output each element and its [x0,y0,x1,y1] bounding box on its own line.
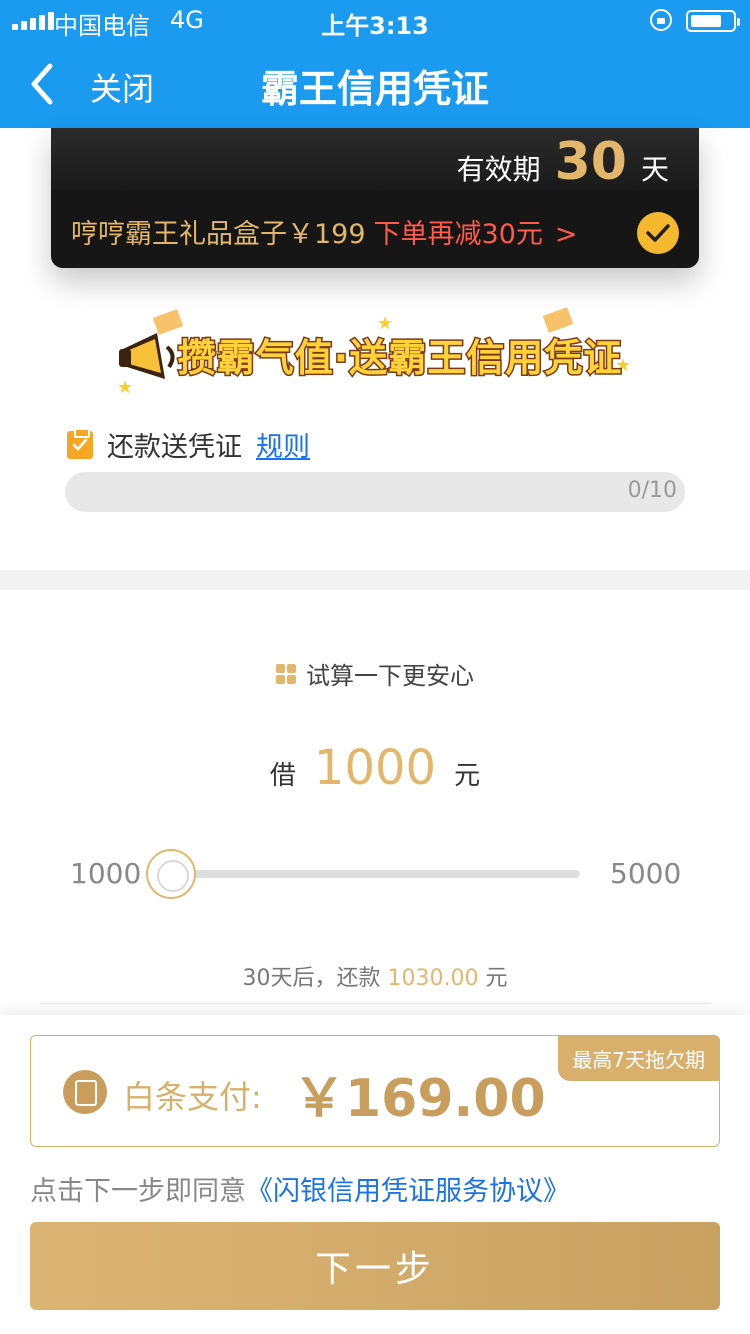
calculator-title: 试算一下更安心 [306,662,474,690]
promo-item: 哼哼霸王礼品盒子￥199 [71,219,366,250]
promo-text: 哼哼霸王礼品盒子￥199 下单再减30元 > [71,212,578,251]
agreement-text: 点击下一步即同意《闪银信用凭证服务协议》 [30,1169,570,1208]
chevron-right-icon: > [554,219,578,250]
validity-unit: 天 [640,153,669,186]
borrow-amount: 1000 [313,740,437,796]
rules-link[interactable]: 规则 [256,425,310,464]
clipboard-check-icon [67,427,93,459]
repay-prefix: 30天后，还款 [242,966,381,991]
amount-slider-track[interactable] [170,870,580,878]
validity-days: 30 [554,132,627,192]
page-title: 霸王信用凭证 [260,67,489,111]
slider-min-label: 1000 [70,857,142,890]
payment-method-label: 白条支付: [123,1078,262,1116]
bottom-panel: 最高7天拖欠期 白条支付: ￥169.00 点击下一步即同意《闪银信用凭证服务协… [0,1015,750,1334]
next-step-button[interactable]: 下一步 [30,1222,720,1310]
repay-amount: 1030.00 [387,966,479,991]
rewards-row: 还款送凭证 规则 [67,425,310,464]
voucher-card-header: 有效期 30 天 [51,128,699,192]
validity-label: 有效期 [456,153,541,186]
grid-icon [276,663,296,684]
voucher-card: 有效期 30 天 哼哼霸王礼品盒子￥199 下单再减30元 > [51,128,699,268]
divider-line [40,1003,710,1004]
rotation-lock-icon [650,9,672,31]
borrow-amount-row: 借 1000 元 [0,740,750,796]
slider-max-label: 5000 [610,857,682,890]
checkmark-icon [646,224,670,242]
validity-info: 有效期 30 天 [457,132,669,192]
banner-title: 攒霸气值·送霸王信用凭证 [176,335,623,382]
promo-offer: 下单再减30元 [373,219,543,250]
progress-count: 0/10 [627,478,677,503]
top-bar: 中国电信 4G 上午3:13 关闭 霸王信用凭证 [0,0,750,128]
promo-checkbox[interactable] [637,212,679,254]
payment-method-box[interactable]: 最高7天拖欠期 白条支付: ￥169.00 [30,1035,720,1147]
agreement-link[interactable]: 《闪银信用凭证服务协议》 [246,1176,570,1207]
borrow-unit: 元 [454,761,481,791]
battery-icon [686,10,740,32]
status-bar: 中国电信 4G 上午3:13 [0,0,750,40]
amount-slider-handle[interactable] [146,849,196,899]
agreement-prefix: 点击下一步即同意 [30,1176,246,1207]
rewards-label: 还款送凭证 [107,432,242,463]
calculator-header: 试算一下更安心 [0,656,750,691]
promo-row[interactable]: 哼哼霸王礼品盒子￥199 下单再减30元 > [51,190,699,268]
repayment-info: 30天后，还款 1030.00 元 [0,960,750,992]
repay-unit: 元 [485,966,508,991]
grace-period-badge: 最高7天拖欠期 [558,1036,719,1081]
borrow-prefix: 借 [269,761,296,791]
rewards-progress-bar: 0/10 [65,472,685,512]
status-time: 上午3:13 [321,12,429,40]
section-divider [0,570,750,590]
baitiao-icon [63,1070,107,1114]
payment-amount: ￥169.00 [293,1069,546,1129]
star-icon: ★ [117,377,134,398]
promo-banner: ★ ★ ★ 攒霸气值·送霸王信用凭证 [105,305,645,405]
